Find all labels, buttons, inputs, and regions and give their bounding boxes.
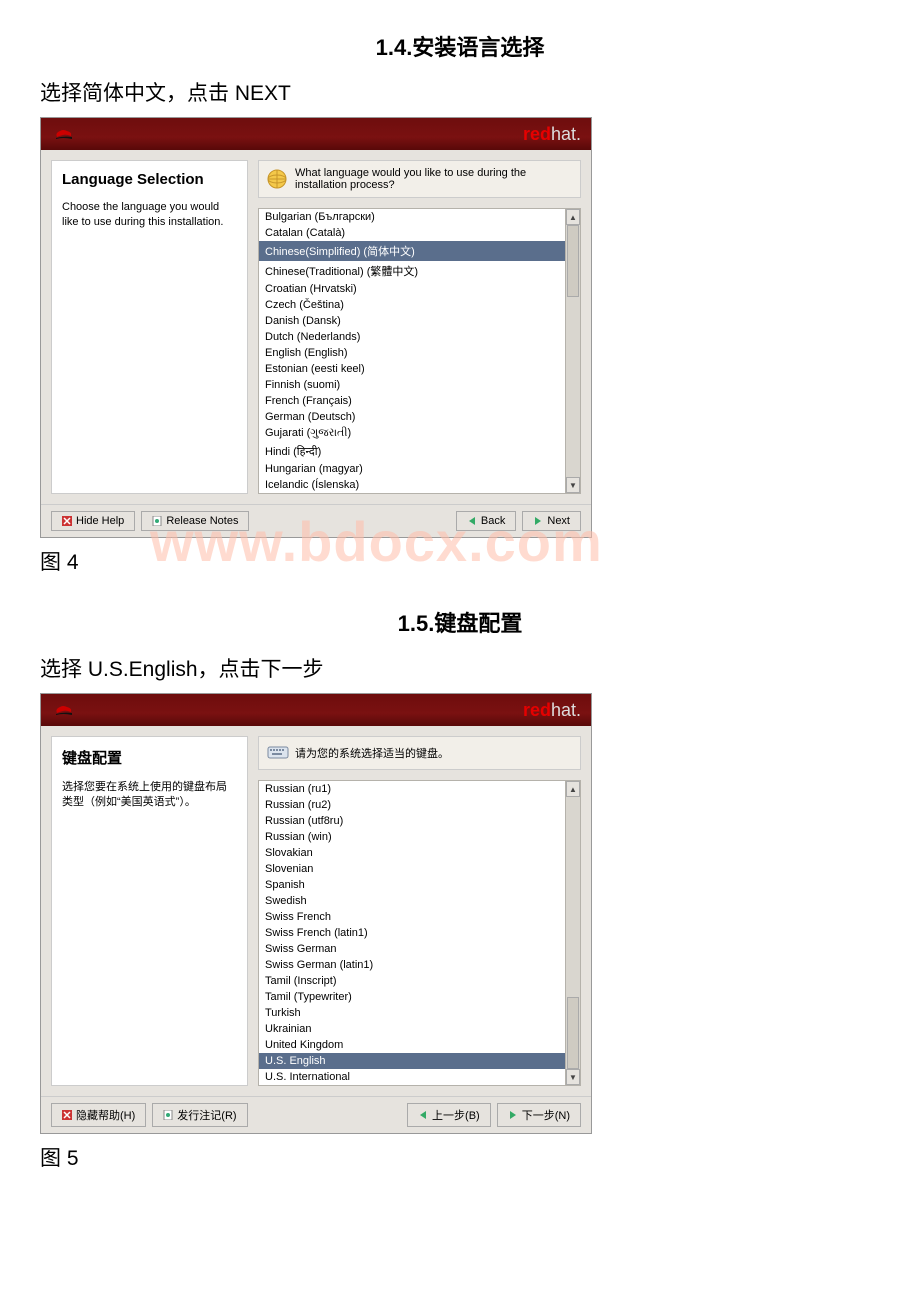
side-panel: Language Selection Choose the language y…	[51, 160, 248, 494]
side-title: Language Selection	[62, 171, 237, 188]
scroll-up-button[interactable]: ▲	[566, 781, 580, 797]
redhat-logo-icon	[51, 121, 77, 147]
arrow-left-icon	[418, 1110, 428, 1120]
list-item[interactable]: Icelandic (Íslenska)	[259, 477, 565, 493]
release-notes-button[interactable]: Release Notes	[141, 511, 249, 531]
instruction-1: 选择简体中文，点击 NEXT	[40, 77, 880, 107]
list-item[interactable]: Tamil (Inscript)	[259, 973, 565, 989]
instruction-2: 选择 U.S.English，点击下一步	[40, 653, 880, 683]
prompt-text: 请为您的系统选择适当的键盘。	[295, 745, 449, 761]
list-item[interactable]: Swiss French	[259, 909, 565, 925]
figure-caption-5: 图 5	[40, 1142, 880, 1172]
prompt: What language would you like to use duri…	[258, 160, 581, 198]
close-icon	[62, 1110, 72, 1120]
list-item[interactable]: Chinese(Traditional) (繁體中文)	[259, 261, 565, 281]
list-item[interactable]: Chinese(Simplified) (简体中文)	[259, 241, 565, 261]
keyboard-installer-window: redhat. 键盘配置 选择您要在系统上使用的键盘布局类型（例如“美国英语式”…	[40, 693, 592, 1134]
list-item[interactable]: U.S. International	[259, 1069, 565, 1085]
list-item[interactable]: English (English)	[259, 345, 565, 361]
list-item[interactable]: Slovakian	[259, 845, 565, 861]
scrollbar[interactable]: ▲ ▼	[565, 781, 580, 1085]
list-item[interactable]: Croatian (Hrvatski)	[259, 281, 565, 297]
list-item[interactable]: Swiss German	[259, 941, 565, 957]
arrow-left-icon	[467, 516, 477, 526]
list-item[interactable]: French (Français)	[259, 393, 565, 409]
arrow-right-icon	[533, 516, 543, 526]
scroll-up-button[interactable]: ▲	[566, 209, 580, 225]
list-item[interactable]: Swiss German (latin1)	[259, 957, 565, 973]
scroll-thumb[interactable]	[567, 225, 579, 297]
section-title-1: 1.4.安装语言选择	[40, 30, 880, 62]
language-listbox[interactable]: Bulgarian (Български)Catalan (Català)Chi…	[258, 208, 581, 494]
list-item[interactable]: Dutch (Nederlands)	[259, 329, 565, 345]
list-item[interactable]: Swedish	[259, 893, 565, 909]
hide-help-button[interactable]: Hide Help	[51, 511, 135, 531]
keyboard-listbox[interactable]: Russian (ru1)Russian (ru2)Russian (utf8r…	[258, 780, 581, 1086]
list-item[interactable]: Ukrainian	[259, 1021, 565, 1037]
list-item[interactable]: United Kingdom	[259, 1037, 565, 1053]
arrow-right-icon	[508, 1110, 518, 1120]
list-item[interactable]: Danish (Dansk)	[259, 313, 565, 329]
side-title: 键盘配置	[62, 747, 237, 768]
scroll-down-button[interactable]: ▼	[566, 1069, 580, 1085]
list-item[interactable]: Tamil (Typewriter)	[259, 989, 565, 1005]
list-item[interactable]: Bulgarian (Български)	[259, 209, 565, 225]
list-item[interactable]: Russian (win)	[259, 829, 565, 845]
language-installer-window: redhat. Language Selection Choose the la…	[40, 117, 592, 538]
section-title-2: 1.5.键盘配置	[40, 606, 880, 638]
list-item[interactable]: Slovenian	[259, 861, 565, 877]
installer-titlebar: redhat.	[41, 694, 591, 726]
release-notes-button[interactable]: 发行注记(R)	[152, 1103, 247, 1127]
brand-text: redhat.	[523, 700, 581, 721]
list-item[interactable]: Czech (Čeština)	[259, 297, 565, 313]
side-description: 选择您要在系统上使用的键盘布局类型（例如“美国英语式”）。	[62, 780, 237, 811]
side-panel: 键盘配置 选择您要在系统上使用的键盘布局类型（例如“美国英语式”）。	[51, 736, 248, 1086]
document-icon	[152, 516, 162, 526]
document-icon	[163, 1110, 173, 1120]
list-item[interactable]: German (Deutsch)	[259, 409, 565, 425]
list-item[interactable]: Russian (utf8ru)	[259, 813, 565, 829]
next-button[interactable]: Next	[522, 511, 581, 531]
list-item[interactable]: Russian (ru1)	[259, 781, 565, 797]
hide-help-button[interactable]: 隐藏帮助(H)	[51, 1103, 146, 1127]
list-item[interactable]: Hungarian (magyar)	[259, 461, 565, 477]
list-item[interactable]: U.S. English	[259, 1053, 565, 1069]
globe-icon	[267, 169, 287, 189]
redhat-logo-icon	[51, 697, 77, 723]
keyboard-icon	[267, 743, 287, 763]
prompt: 请为您的系统选择适当的键盘。	[258, 736, 581, 770]
close-icon	[62, 516, 72, 526]
list-item[interactable]: Swiss French (latin1)	[259, 925, 565, 941]
list-item[interactable]: Turkish	[259, 1005, 565, 1021]
side-description: Choose the language you would like to us…	[62, 200, 237, 231]
list-item[interactable]: Hindi (हिन्दी)	[259, 442, 565, 461]
back-button[interactable]: 上一步(B)	[407, 1103, 491, 1127]
prompt-text: What language would you like to use duri…	[295, 167, 572, 191]
brand-text: redhat.	[523, 124, 581, 145]
scroll-thumb[interactable]	[567, 997, 579, 1069]
list-item[interactable]: Spanish	[259, 877, 565, 893]
list-item[interactable]: Estonian (eesti keel)	[259, 361, 565, 377]
scroll-down-button[interactable]: ▼	[566, 477, 580, 493]
next-button[interactable]: 下一步(N)	[497, 1103, 581, 1127]
list-item[interactable]: Catalan (Català)	[259, 225, 565, 241]
scrollbar[interactable]: ▲ ▼	[565, 209, 580, 493]
list-item[interactable]: Gujarati (ગુજરાતી)	[259, 425, 565, 442]
back-button[interactable]: Back	[456, 511, 516, 531]
list-item[interactable]: Finnish (suomi)	[259, 377, 565, 393]
figure-caption-4: 图 4	[40, 546, 880, 576]
installer-titlebar: redhat.	[41, 118, 591, 150]
list-item[interactable]: Russian (ru2)	[259, 797, 565, 813]
